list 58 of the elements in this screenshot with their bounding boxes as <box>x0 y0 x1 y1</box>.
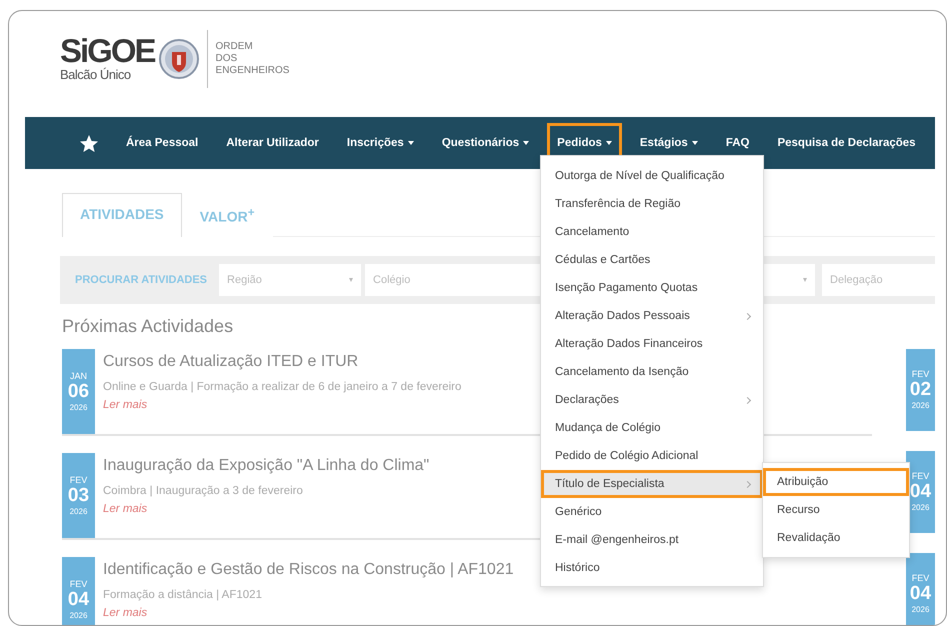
star-icon[interactable] <box>80 134 98 152</box>
menu-item[interactable]: Histórico <box>541 554 763 582</box>
date-year: 2026 <box>912 605 930 614</box>
menu-item[interactable]: Revalidação <box>763 524 909 552</box>
nav-link[interactable]: Inscrições <box>336 123 424 163</box>
crest-icon <box>158 38 199 80</box>
menu-item[interactable]: Título de Especialista <box>541 470 763 498</box>
date-year: 2026 <box>70 610 88 620</box>
date-month: FEV <box>70 578 88 589</box>
event-details: Formação a distância | AF1021 <box>103 588 263 601</box>
date-day: 04 <box>68 588 90 611</box>
date-day: 06 <box>68 380 90 403</box>
date-year: 2026 <box>912 503 930 512</box>
date-day: 04 <box>910 583 932 606</box>
date-month: FEV <box>70 474 88 485</box>
search-label: PROCURAR ATIVIDADES <box>75 274 208 286</box>
caret-icon <box>606 141 612 145</box>
date-year: 2026 <box>70 506 88 516</box>
section-title: Próximas Actividades <box>62 316 234 337</box>
org-name-line: ORDEM <box>216 40 254 52</box>
menu-item[interactable]: Alteração Dados Pessoais <box>541 302 763 330</box>
nav-link[interactable]: Área Pessoal <box>116 123 208 163</box>
dropdown-arrow-icon <box>803 278 808 282</box>
menu-item[interactable]: Outorga de Nível de Qualificação <box>541 162 763 190</box>
date-year: 2026 <box>70 402 88 412</box>
caret-icon <box>408 141 414 145</box>
date-year: 2026 <box>912 401 930 410</box>
menu-item[interactable]: Genérico <box>541 498 763 526</box>
menu-item[interactable]: Atribuição <box>763 468 909 496</box>
nav-link[interactable]: Pesquisa de Declarações <box>767 123 926 163</box>
menu-item[interactable]: Transferência de Região <box>541 190 763 218</box>
nav-link[interactable]: Alterar Utilizador <box>216 123 329 163</box>
date-day: 03 <box>68 484 90 507</box>
menu-item[interactable]: Alteração Dados Financeiros <box>541 330 763 358</box>
org-name-line: ENGENHEIROS <box>216 64 290 76</box>
menu-item[interactable]: Pedido de Colégio Adicional <box>541 442 763 470</box>
date-month: FEV <box>912 471 930 482</box>
nav-link[interactable]: Estágios <box>630 123 708 163</box>
date-month: FEV <box>912 573 930 584</box>
logo-title: SiGOE <box>60 35 155 67</box>
date-day: 02 <box>910 379 932 402</box>
org-name-line: DOS <box>216 52 238 64</box>
menu-item[interactable]: Mudança de Colégio <box>541 414 763 442</box>
menu-item[interactable]: E-mail @engenheiros.pt <box>541 526 763 554</box>
caret-icon <box>692 141 698 145</box>
nav-link[interactable]: Questionários <box>432 123 540 163</box>
date-day: 04 <box>910 481 932 504</box>
dropdown-arrow-icon <box>349 278 354 282</box>
logo-subtitle: Balcão Único <box>60 67 132 82</box>
menu-item[interactable]: Recurso <box>763 496 909 524</box>
event-details: Coimbra | Inauguração a 3 de fevereiro <box>103 484 304 497</box>
date-month: FEV <box>912 369 930 380</box>
event-details: Online e Guarda | Formação a realizar de 6 de janeiro a 7 de fevereiro <box>103 380 462 393</box>
caret-icon <box>523 141 530 145</box>
date-month: JAN <box>70 370 87 381</box>
menu-item[interactable]: Cancelamento <box>541 218 763 246</box>
menu-item[interactable]: Declarações <box>541 386 763 414</box>
menu-item[interactable]: Cancelamento da Isenção <box>541 358 763 386</box>
